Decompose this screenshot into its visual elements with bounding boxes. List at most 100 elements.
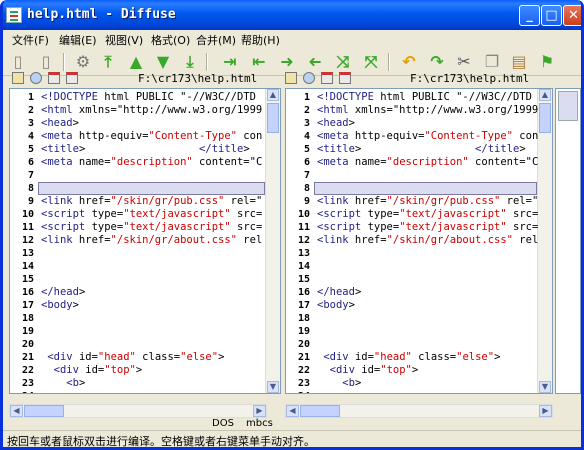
highlighted-line (314, 182, 537, 195)
menu-merge[interactable]: 合并(M) (196, 32, 236, 48)
line-number: 12 (21, 235, 34, 246)
code-line: <script type="text/javascript" src= (41, 208, 263, 220)
save-icon[interactable] (48, 72, 60, 84)
scroll-up-icon[interactable]: ▲ (267, 89, 279, 101)
line-number: 6 (303, 157, 310, 168)
line-number: 23 (21, 378, 34, 389)
line-number: 21 (297, 352, 310, 363)
code-line: <div id="top"> (53, 364, 143, 376)
code-line: <b> (66, 377, 86, 389)
scrollbar-thumb[interactable] (24, 405, 64, 417)
code-line: <link href="/skin/gr/about.css" rel (317, 234, 539, 246)
line-number: 13 (21, 248, 34, 259)
main-window: help.html - Diffuse _ □ ✕ 文件(F) 编辑(E) 视图… (0, 0, 584, 450)
code-line: <meta http-equiv="Content-Type" con (41, 130, 263, 142)
line-number: 12 (297, 235, 310, 246)
code-line: </head> (317, 286, 362, 298)
scroll-up-icon[interactable]: ▲ (539, 89, 551, 101)
line-number: 14 (21, 261, 34, 272)
line-number: 1 (27, 92, 34, 103)
left-horizontal-scrollbar[interactable]: ◀ ▶ (9, 404, 267, 418)
code-line: <title> </title> (41, 143, 250, 155)
menu-edit[interactable]: 编辑(E) (59, 32, 97, 48)
save-as-icon[interactable] (66, 72, 78, 84)
right-file-path: F:\cr173\help.html (410, 72, 530, 85)
left-editor-pane[interactable]: 123456789101112131415161718192021222324 … (9, 88, 281, 394)
line-number: 24 (286, 391, 310, 393)
code-line: <head> (41, 117, 79, 129)
line-number: 10 (297, 209, 310, 220)
menu-file[interactable]: 文件(F) (12, 32, 49, 48)
line-number: 16 (297, 287, 310, 298)
code-line: </head> (41, 286, 86, 298)
code-line: <body> (41, 299, 79, 311)
save-icon[interactable] (321, 72, 333, 84)
line-ending-indicator: DOS (212, 418, 234, 429)
scroll-down-icon[interactable]: ▼ (267, 381, 279, 393)
line-number: 21 (21, 352, 34, 363)
right-horizontal-scrollbar[interactable]: ◀ ▶ (285, 404, 553, 418)
line-number: 8 (27, 183, 34, 194)
line-number: 22 (297, 365, 310, 376)
line-number: 4 (27, 131, 34, 142)
menu-help[interactable]: 帮助(H) (241, 32, 280, 48)
reload-icon[interactable] (303, 72, 315, 84)
line-number: 17 (21, 300, 34, 311)
menu-format[interactable]: 格式(O) (151, 32, 190, 48)
line-number: 9 (303, 196, 310, 207)
scrollbar-thumb[interactable] (267, 103, 279, 133)
line-number: 15 (21, 274, 34, 285)
line-number: 19 (21, 326, 34, 337)
reload-icon[interactable] (30, 72, 42, 84)
scrollbar-thumb[interactable] (539, 103, 551, 133)
scroll-left-icon[interactable]: ◀ (10, 405, 23, 417)
save-as-icon[interactable] (339, 72, 351, 84)
line-number: 10 (21, 209, 34, 220)
left-vertical-scrollbar[interactable]: ▲ ▼ (265, 89, 280, 393)
line-number-gutter: 123456789101112131415161718192021222324 (286, 89, 313, 393)
open-file-icon[interactable] (285, 72, 297, 84)
open-file-icon[interactable] (12, 72, 24, 84)
scrollbar-thumb[interactable] (300, 405, 340, 417)
code-line: <!DOCTYPE html PUBLIC "-//W3C//DTD (41, 91, 256, 103)
line-number-gutter: 123456789101112131415161718192021222324 (10, 89, 37, 393)
line-number: 19 (297, 326, 310, 337)
window-title: help.html - Diffuse (27, 7, 176, 22)
line-number: 7 (303, 170, 310, 181)
line-number: 14 (297, 261, 310, 272)
left-file-path: F:\cr173\help.html (138, 72, 258, 85)
menu-view[interactable]: 视图(V) (105, 32, 143, 48)
code-line: <script type="text/javascript" src= (317, 208, 539, 220)
scroll-right-icon[interactable]: ▶ (253, 405, 266, 417)
line-number: 11 (21, 222, 34, 233)
diff-overview-map[interactable] (555, 88, 581, 394)
code-line: <script type="text/javascript" src= (317, 221, 539, 233)
scroll-left-icon[interactable]: ◀ (286, 405, 299, 417)
right-vertical-scrollbar[interactable]: ▲ ▼ (537, 89, 552, 393)
status-text: 按回车或者鼠标双击进行编译。空格键或者右键菜单手动对齐。 (7, 435, 315, 448)
right-editor-pane[interactable]: 123456789101112131415161718192021222324 … (285, 88, 553, 394)
code-line: <b> (342, 377, 362, 389)
line-number: 20 (21, 339, 34, 350)
menu-bar: 文件(F) 编辑(E) 视图(V) 格式(O) 合并(M) 帮助(H) (3, 30, 581, 48)
line-number: 22 (21, 365, 34, 376)
minimize-button[interactable]: _ (519, 5, 540, 26)
scroll-right-icon[interactable]: ▶ (539, 405, 552, 417)
code-line: <meta http-equiv="Content-Type" con (317, 130, 539, 142)
maximize-button[interactable]: □ (541, 5, 562, 26)
code-line: <body> (317, 299, 355, 311)
title-bar[interactable]: help.html - Diffuse _ □ ✕ (3, 0, 581, 30)
encoding-indicator: mbcs (246, 418, 273, 429)
close-button[interactable]: ✕ (563, 5, 581, 26)
line-number: 5 (303, 144, 310, 155)
scroll-down-icon[interactable]: ▼ (539, 381, 551, 393)
code-line: <html xmlns="http://www.w3.org/1999 (41, 104, 263, 116)
line-number: 5 (27, 144, 34, 155)
line-number: 11 (297, 222, 310, 233)
app-icon (6, 7, 22, 23)
line-number: 1 (303, 92, 310, 103)
line-number: 15 (297, 274, 310, 285)
code-line: <title> </title> (317, 143, 526, 155)
